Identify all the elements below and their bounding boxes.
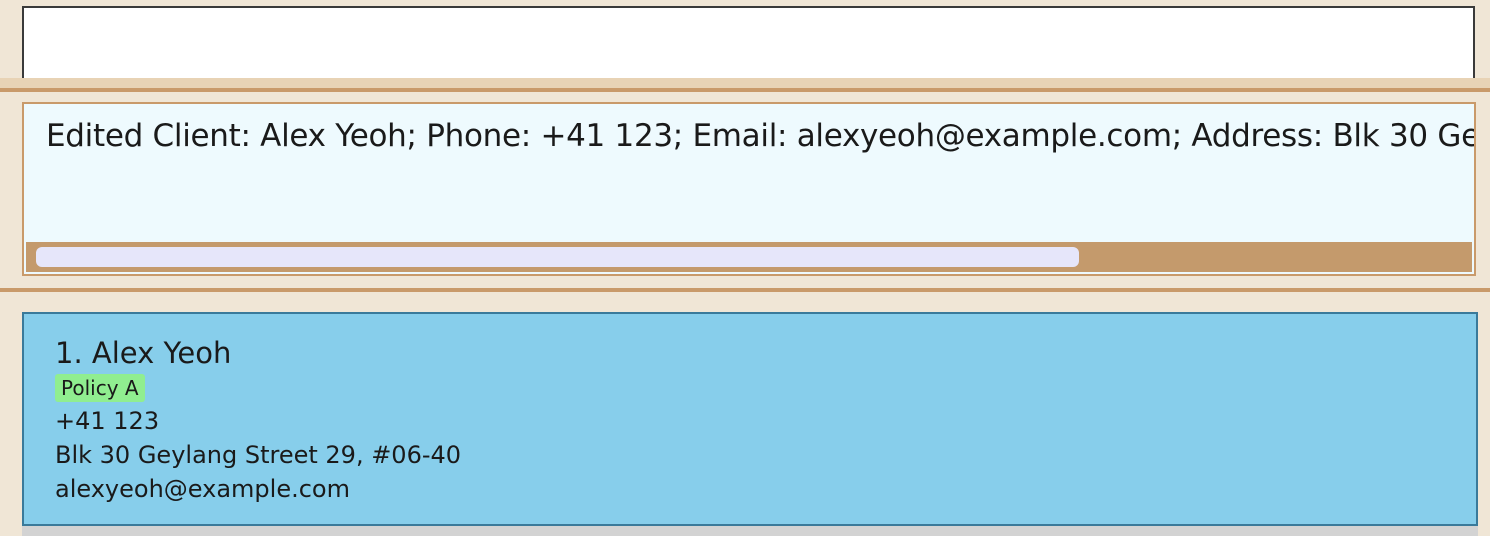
horizontal-scrollbar[interactable] (26, 242, 1472, 272)
policy-tag: Policy A (55, 374, 145, 402)
result-message: Edited Client: Alex Yeoh; Phone: +41 123… (46, 118, 1474, 154)
person-phone: +41 123 (55, 407, 160, 435)
list-scroll-area (22, 526, 1478, 536)
command-section (0, 0, 1490, 78)
scrollbar-thumb[interactable] (36, 247, 1079, 267)
person-list: 1. Alex Yeoh Policy A +41 123 Blk 30 Gey… (0, 292, 1490, 536)
person-address: Blk 30 Geylang Street 29, #06-40 (55, 441, 462, 469)
section-divider-line (0, 88, 1490, 92)
person-name: 1. Alex Yeoh (55, 336, 232, 370)
app-window: Edited Client: Alex Yeoh; Phone: +41 123… (0, 0, 1490, 536)
person-email: alexyeoh@example.com (55, 475, 350, 503)
result-display: Edited Client: Alex Yeoh; Phone: +41 123… (22, 102, 1476, 276)
person-card[interactable]: 1. Alex Yeoh Policy A +41 123 Blk 30 Gey… (22, 312, 1478, 526)
command-input[interactable] (22, 6, 1475, 78)
